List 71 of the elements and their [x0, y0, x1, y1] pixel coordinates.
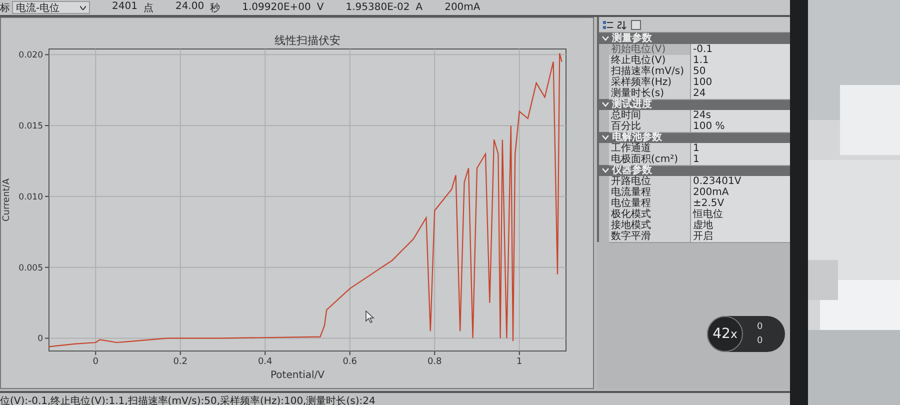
caret-icon — [80, 6, 86, 10]
y-tick-label: 0.005 — [18, 263, 43, 274]
property-value[interactable]: 1 — [691, 143, 790, 155]
unit-label: A — [416, 2, 423, 13]
unit-label: 秒 — [210, 2, 220, 14]
y-tick-label: 0.020 — [18, 50, 43, 61]
y-tick-label: 0.010 — [18, 192, 43, 202]
y-axis-title: Current/A — [2, 178, 12, 222]
category-header: 测试进度 — [612, 99, 652, 110]
elapsed-time: 24.00 — [175, 0, 204, 14]
widget-reading: 0 — [757, 322, 763, 332]
x-tick-label: 0.4 — [258, 357, 272, 367]
property-name[interactable]: 开路电位 — [609, 176, 691, 188]
x-axis-title: Potential/V — [270, 370, 325, 381]
property-value[interactable]: 50 — [691, 66, 790, 78]
toolbar-label: 标 — [0, 2, 10, 14]
unit-label: 点 — [143, 2, 154, 14]
property-name[interactable]: 接地模式 — [609, 220, 691, 232]
property-value[interactable]: 100 — [691, 77, 790, 89]
property-value[interactable]: 24 — [691, 88, 790, 100]
x-tick-label: 0.6 — [342, 357, 358, 367]
potential-reading: 1.09920E+00 — [242, 2, 311, 13]
property-value[interactable]: ±2.5V — [691, 198, 790, 210]
property-name[interactable]: 初始电位(V) — [609, 44, 691, 56]
widget-reading: 0 — [757, 336, 763, 346]
property-value[interactable]: 200mA — [691, 187, 790, 199]
property-name[interactable]: 总时间 — [609, 110, 691, 122]
x-tick-label: 0 — [92, 357, 98, 367]
chevron-icon[interactable] — [602, 36, 609, 41]
property-name[interactable]: 数字平滑 — [609, 231, 691, 243]
status-text: 位(V):-0.1,终止电位(V):1.1,扫描速率(mV/s):50,采样频率(Hz):100,测量时长(s):24 — [0, 394, 376, 405]
x-tick-label: 0.8 — [427, 357, 442, 367]
category-header: 电解池参数 — [612, 132, 662, 143]
chevron-icon[interactable] — [602, 102, 609, 107]
property-name[interactable]: 百分比 — [609, 121, 691, 133]
property-value[interactable]: 开启 — [691, 231, 790, 243]
property-name[interactable]: 电位量程 — [609, 198, 691, 210]
property-name[interactable]: 扫描速率(mV/s) — [609, 66, 691, 78]
category-header: 测量参数 — [612, 33, 652, 44]
property-value[interactable]: 100 % — [691, 121, 790, 133]
point-count: 2401 — [112, 0, 138, 14]
property-name[interactable]: 测量时长(s) — [609, 88, 691, 100]
property-value[interactable]: 1.1 — [691, 55, 790, 67]
property-value[interactable]: 虚地 — [691, 220, 790, 232]
pointer-icon — [366, 310, 374, 323]
property-value[interactable]: 恒电位 — [691, 209, 790, 221]
category-header: 仪器参数 — [612, 165, 652, 176]
property-name[interactable]: 电极面积(cm²) — [609, 154, 691, 166]
property-name[interactable]: 终止电位(V) — [609, 55, 691, 67]
unit-label: V — [316, 2, 324, 13]
categorized-icon[interactable] — [603, 20, 613, 30]
property-value[interactable]: 24s — [691, 110, 790, 122]
property-value[interactable]: 0.23401V — [691, 176, 790, 188]
property-name[interactable]: 工作通道 — [609, 143, 691, 155]
y-tick-label: 0.015 — [18, 122, 43, 132]
current-range: 200mA — [444, 2, 480, 13]
y-tick-label: 0 — [38, 334, 43, 344]
chart-title: 线性扫描伏安 — [274, 34, 340, 47]
sort-icon[interactable] — [617, 20, 627, 30]
property-name[interactable]: 极化模式 — [609, 209, 691, 221]
axis-mode-dropdown[interactable]: 电流-电位 — [12, 1, 90, 14]
current-reading: 1.95380E-02 — [346, 2, 410, 13]
x-tick-label: 0.2 — [173, 357, 188, 367]
property-pages-icon[interactable] — [631, 20, 641, 30]
chevron-icon[interactable] — [602, 168, 609, 173]
x-tick-label: 1 — [516, 357, 522, 367]
property-name[interactable]: 电流量程 — [609, 187, 691, 199]
property-name[interactable]: 采样频率(Hz) — [609, 77, 691, 89]
property-value[interactable]: -0.1 — [691, 44, 790, 56]
chevron-icon[interactable] — [602, 135, 609, 140]
property-value[interactable]: 1 — [691, 154, 790, 166]
